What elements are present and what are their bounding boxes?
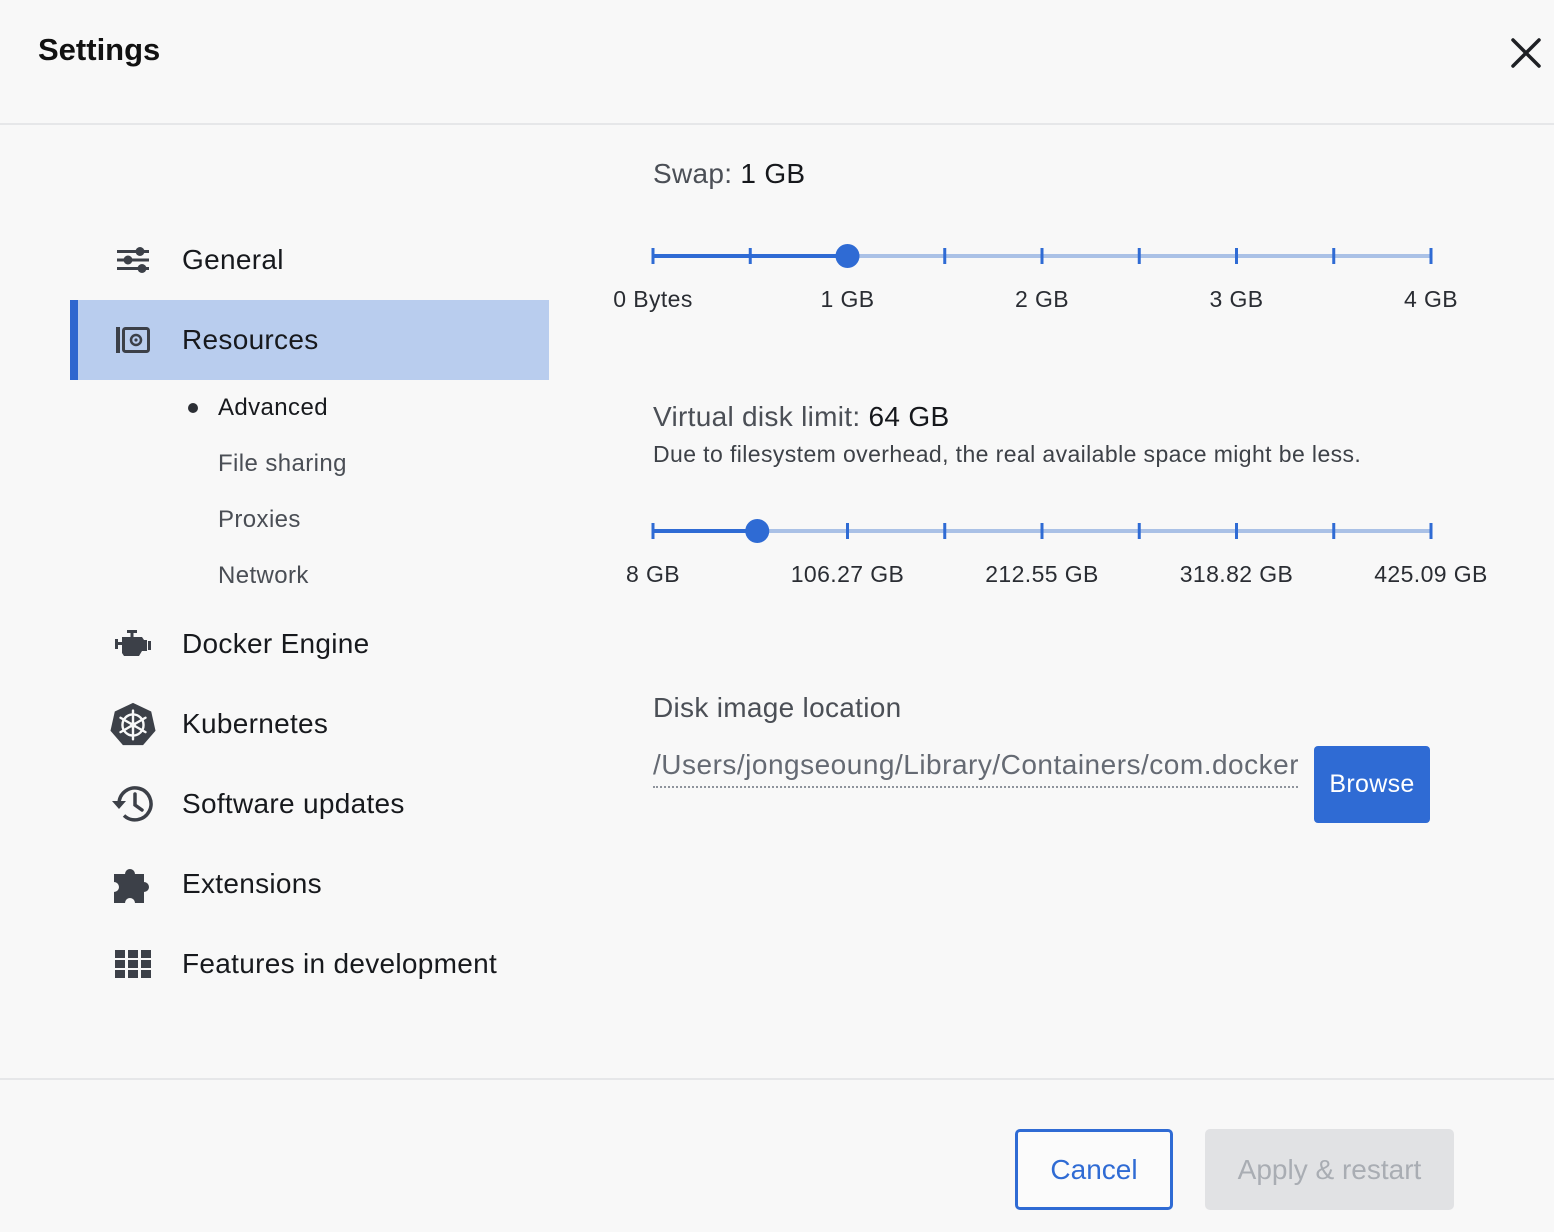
- swap-value: 1 GB: [740, 158, 806, 189]
- swap-tick-label: 3 GB: [1209, 286, 1264, 312]
- swap-label: Swap: 1 GB: [653, 158, 805, 190]
- swap-tick-label: 4 GB: [1403, 286, 1459, 312]
- disk-tick-label: 425.09 GB: [1374, 561, 1488, 587]
- subitem-file-sharing[interactable]: File sharing: [218, 444, 347, 484]
- grid-icon: [110, 944, 156, 984]
- history-icon: [110, 784, 156, 824]
- subitem-proxies[interactable]: Proxies: [218, 500, 301, 540]
- sidebar-item-resources[interactable]: Resources: [70, 300, 549, 380]
- swap-tick-label: 2 GB: [1014, 286, 1070, 312]
- disk-slider-thumb: [745, 519, 770, 543]
- engine-icon: [110, 624, 156, 664]
- puzzle-icon: [110, 864, 156, 904]
- disk-tick-label: 106.27 GB: [790, 561, 905, 587]
- disk-slider-track: [651, 519, 1433, 543]
- sidebar-item-software-updates[interactable]: Software updates: [70, 764, 549, 844]
- sidebar-item-label: Software updates: [182, 788, 405, 819]
- sidebar-item-extensions[interactable]: Extensions: [70, 844, 549, 924]
- swap-tick-label: 1 GB: [820, 286, 875, 312]
- sliders-icon: [110, 240, 156, 280]
- subitem-advanced[interactable]: Advanced: [218, 388, 328, 428]
- disk-image-path-field[interactable]: /Users/jongseoung/Library/Containers/com…: [653, 744, 1298, 788]
- subitem-network[interactable]: Network: [218, 556, 309, 596]
- sidebar-item-label: Kubernetes: [182, 708, 329, 739]
- disk-tick-label: 212.55 GB: [985, 561, 1099, 587]
- current-subitem-dot: [188, 403, 198, 413]
- resources-icon: [110, 320, 156, 360]
- disk-tick-label: 8 GB: [625, 561, 681, 587]
- swap-slider-thumb: [835, 244, 860, 268]
- sidebar-item-kubernetes[interactable]: Kubernetes: [70, 684, 549, 764]
- swap-slider-track: [651, 244, 1433, 268]
- kubernetes-helm-icon: [110, 702, 156, 746]
- sidebar-item-label: General: [182, 244, 284, 275]
- sidebar-item-label: Resources: [182, 324, 319, 355]
- sidebar-item-general[interactable]: General: [70, 220, 549, 300]
- disk-tick-label: 318.82 GB: [1179, 561, 1294, 587]
- cancel-button[interactable]: Cancel: [1015, 1129, 1173, 1210]
- sidebar-item-docker-engine[interactable]: Docker Engine: [70, 604, 549, 684]
- disk-limit-value: 64 GB: [868, 401, 950, 432]
- browse-button[interactable]: Browse: [1314, 746, 1430, 823]
- sidebar-item-label: Extensions: [182, 868, 322, 899]
- swap-slider[interactable]: [643, 236, 1441, 276]
- disk-limit-label-text: Virtual disk limit:: [653, 401, 869, 432]
- swap-tick-label: 0 Bytes: [613, 286, 693, 312]
- page-title: Settings: [38, 32, 161, 67]
- sidebar-item-label: Docker Engine: [182, 628, 370, 659]
- disk-limit-description: Due to filesystem overhead, the real ava…: [653, 441, 1362, 467]
- header: Settings: [0, 0, 1554, 125]
- swap-label-text: Swap:: [653, 158, 741, 189]
- sidebar-item-features-in-development[interactable]: Features in development: [70, 924, 549, 1004]
- apply-restart-button[interactable]: Apply & restart: [1205, 1129, 1454, 1210]
- disk-limit-label: Virtual disk limit: 64 GB: [653, 401, 949, 433]
- disk-limit-slider[interactable]: [643, 511, 1441, 551]
- close-button[interactable]: [1503, 30, 1549, 76]
- sidebar-item-label: Features in development: [182, 948, 498, 979]
- disk-image-location-label: Disk image location: [653, 692, 902, 723]
- close-icon: [1511, 38, 1541, 68]
